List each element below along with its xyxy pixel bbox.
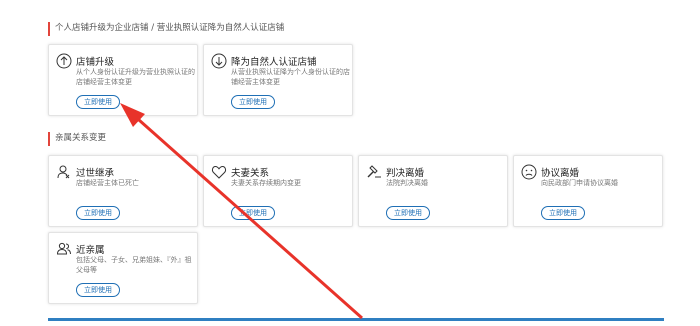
people-icon — [56, 242, 71, 255]
use-button-store-upgrade[interactable]: 立即使用 — [76, 95, 120, 109]
person-memorial-icon — [57, 165, 70, 179]
gavel-icon — [367, 165, 381, 178]
use-button-inherit[interactable]: 立即使用 — [76, 206, 120, 220]
card-store-upgrade: 店铺升级 从个人身份认证升级为营业执照认证的店铺经营主体变更 立即使用 — [48, 44, 198, 116]
card-spouse: 夫妻关系 夫妻关系存续期内变更 立即使用 — [203, 155, 353, 227]
bottom-divider — [48, 318, 664, 321]
card-title: 夫妻关系 — [231, 168, 270, 179]
use-button-agreement[interactable]: 立即使用 — [541, 206, 585, 220]
sad-face-icon — [521, 164, 537, 180]
arrow-down-circle-icon — [211, 53, 227, 69]
card-downgrade: 降为自然人认证店铺 从营业执照认证降为个人身份认证的店铺经营主体变更 立即使用 — [203, 44, 353, 116]
card-title: 店铺升级 — [76, 57, 115, 68]
card-title: 判决离婚 — [386, 168, 425, 179]
use-button-spouse[interactable]: 立即使用 — [231, 206, 275, 220]
card-desc: 法院判决离婚 — [386, 179, 428, 187]
heart-icon — [211, 165, 227, 179]
card-agreement: 协议离婚 向民政部门申请协议离婚 立即使用 — [513, 155, 663, 227]
card-title: 过世继承 — [76, 168, 115, 179]
card-title: 降为自然人认证店铺 — [231, 57, 317, 68]
section-title-family: 亲属关系变更 — [48, 132, 106, 146]
card-title: 近亲属 — [76, 245, 105, 256]
card-desc: 从营业执照认证降为个人身份认证的店铺经营主体变更 — [231, 68, 350, 86]
use-button-relatives[interactable]: 立即使用 — [76, 283, 120, 297]
card-relatives: 近亲属 包括父母、子女、兄弟姐妹、『外』祖父母等 立即使用 — [48, 232, 198, 304]
use-button-judicial[interactable]: 立即使用 — [386, 206, 430, 220]
card-desc: 夫妻关系存续期内变更 — [231, 179, 301, 187]
card-desc: 从个人身份认证升级为营业执照认证的店铺经营主体变更 — [76, 68, 195, 86]
card-desc: 店铺经营主体已死亡 — [76, 179, 139, 187]
card-desc: 包括父母、子女、兄弟姐妹、『外』祖父母等 — [76, 256, 192, 274]
card-judicial: 判决离婚 法院判决离婚 立即使用 — [358, 155, 508, 227]
card-desc: 向民政部门申请协议离婚 — [541, 179, 618, 187]
arrow-up-circle-icon — [56, 53, 72, 69]
card-inherit: 过世继承 店铺经营主体已死亡 立即使用 — [48, 155, 198, 227]
use-button-downgrade[interactable]: 立即使用 — [231, 95, 275, 109]
section-title-upgrade: 个人店铺升级为企业店铺 / 营业执照认证降为自然人认证店铺 — [48, 22, 284, 36]
card-title: 协议离婚 — [541, 168, 580, 179]
